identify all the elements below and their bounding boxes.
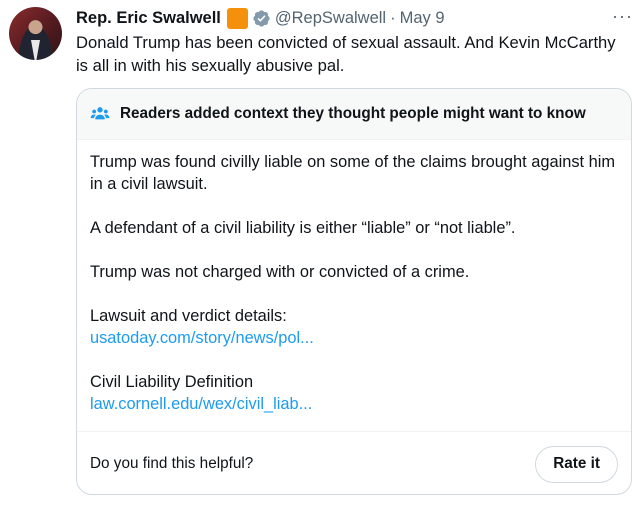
helpful-question: Do you find this helpful? [90,455,254,472]
community-note-header: Readers added context they thought peopl… [77,89,631,140]
rate-it-button[interactable]: Rate it [535,445,618,483]
orange-square-icon [226,7,248,29]
source-link-cornell[interactable]: law.cornell.edu/wex/civil_liab... [90,393,618,415]
note-source: Civil Liability Definition law.cornell.e… [90,371,618,415]
note-paragraph: Trump was found civilly liable on some o… [90,153,616,193]
author-name[interactable]: Rep. Eric Swalwell [76,9,221,28]
source-link-usatoday[interactable]: usatoday.com/story/news/pol... [90,327,618,349]
tweet-header: Rep. Eric Swalwell @RepSwalwell · May 9 [76,7,445,29]
community-note-footer: Do you find this helpful? Rate it [77,431,631,494]
community-note-body: Trump was found civilly liable on some o… [77,140,631,415]
community-note-card: Readers added context they thought peopl… [76,88,632,495]
separator-dot: · [390,8,396,27]
community-note-title: Readers added context they thought peopl… [120,105,586,122]
more-options-icon[interactable]: ··· [612,7,633,25]
tweet-date[interactable]: May 9 [400,9,445,28]
source-label: Lawsuit and verdict details: [90,307,287,325]
people-icon [90,107,110,120]
tweet-text: Donald Trump has been convicted of sexua… [76,33,616,75]
source-label: Civil Liability Definition [90,373,254,391]
note-source: Lawsuit and verdict details: usatoday.co… [90,305,618,349]
note-paragraph: Trump was not charged with or convicted … [90,263,470,281]
verified-badge-icon [253,9,270,27]
avatar[interactable] [9,7,62,60]
author-handle[interactable]: @RepSwalwell [275,9,386,28]
note-paragraph: A defendant of a civil liability is eith… [90,219,516,237]
